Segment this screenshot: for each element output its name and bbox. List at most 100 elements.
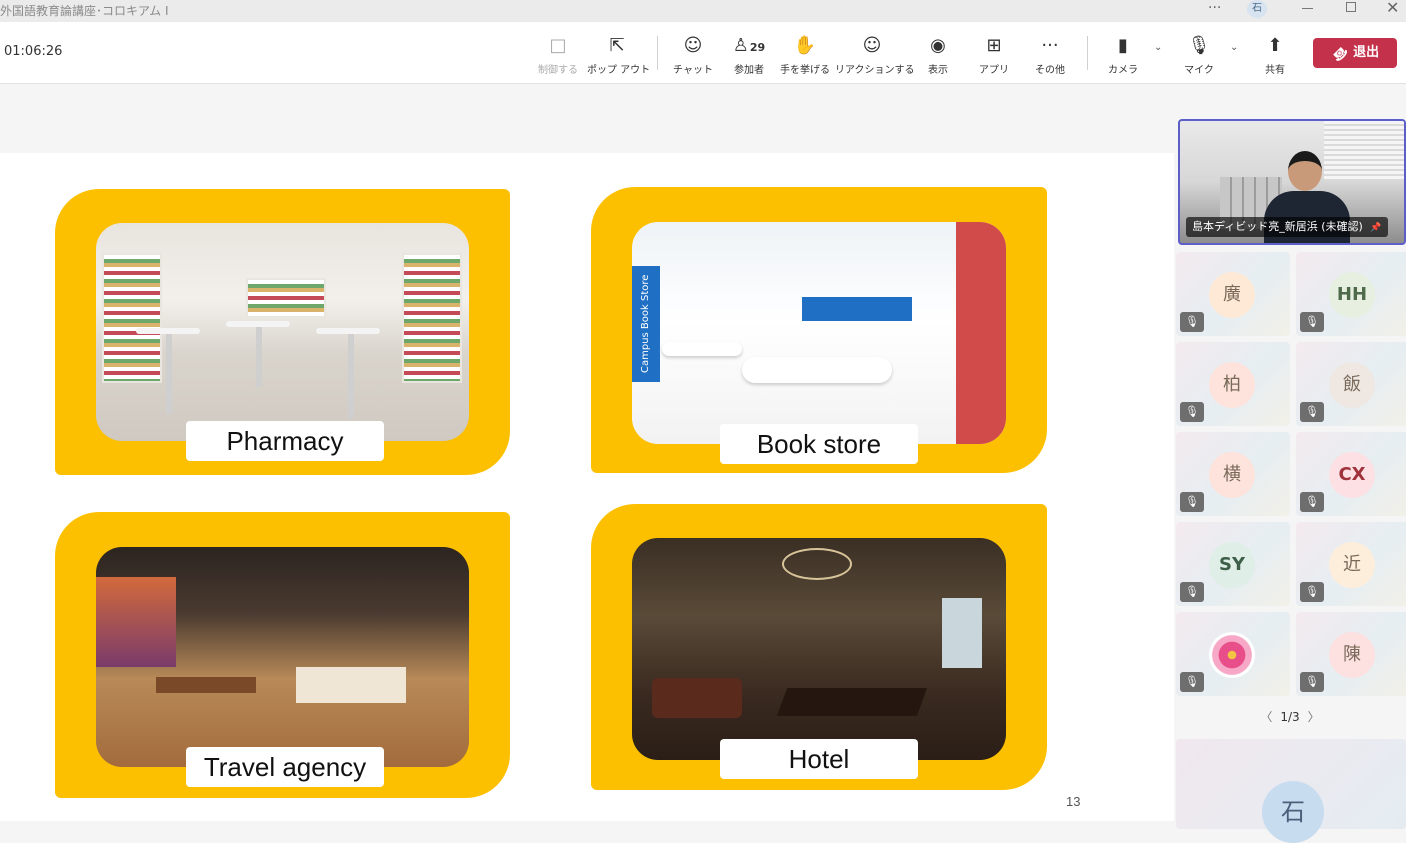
store-sign: Campus Book Store xyxy=(632,266,660,382)
participant-avatar: 柏 xyxy=(1209,362,1255,408)
participant-tile[interactable]: 横 🎙 xyxy=(1176,432,1290,516)
camera-button[interactable]: ▮ カメラ xyxy=(1093,34,1153,76)
table-leg xyxy=(166,334,172,414)
participant-tile[interactable]: SY 🎙 xyxy=(1176,522,1290,606)
mic-off-icon: 🎙 xyxy=(1300,492,1324,512)
mic-off-icon: 🎙 xyxy=(1180,582,1204,602)
mic-off-icon: 🎙 xyxy=(1187,35,1211,56)
close-icon[interactable]: ✕ xyxy=(1386,0,1399,17)
prev-page-icon[interactable]: 〈 xyxy=(1260,710,1272,724)
share-icon: ⬆ xyxy=(1267,35,1283,56)
popout-button[interactable]: ⇱ ポップ アウト xyxy=(587,34,651,76)
popout-label: ポップ アウト xyxy=(587,65,651,76)
participant-tile[interactable]: 🎙 xyxy=(1176,612,1290,696)
participant-tile[interactable]: 柏 🎙 xyxy=(1176,342,1290,426)
camera-options-chevron-icon[interactable]: ⌄ xyxy=(1154,42,1162,53)
react-label: リアクションする xyxy=(835,65,915,76)
view-label: 表示 xyxy=(928,65,948,76)
table-leg xyxy=(348,334,354,418)
mic-off-icon: 🎙 xyxy=(1300,312,1324,332)
slide-caption: Hotel xyxy=(720,739,918,779)
raise-hand-label: 手を挙げる xyxy=(780,65,830,76)
toolbar-divider xyxy=(1087,36,1088,70)
participant-avatar: 飯 xyxy=(1329,362,1375,408)
slide-caption: Pharmacy xyxy=(186,421,384,461)
apps-button[interactable]: ⊞ アプリ xyxy=(964,34,1024,76)
window-title: 外国語教育論講座･コロキアム I xyxy=(0,4,169,18)
participant-avatar: 横 xyxy=(1209,452,1255,498)
slide-caption: Travel agency xyxy=(186,747,384,787)
participant-avatar: HH xyxy=(1329,272,1375,318)
pin-icon[interactable]: 📌 xyxy=(1370,223,1381,233)
hotel-photo xyxy=(632,538,1006,760)
shelf-right xyxy=(402,253,462,383)
video-name-label: 島本ディビッド亮_新居浜 (未確認) 📌 xyxy=(1186,217,1388,237)
participant-tile[interactable]: 近 🎙 xyxy=(1296,522,1406,606)
white-counter xyxy=(742,357,892,383)
self-avatar: 石 xyxy=(1262,781,1324,843)
user-avatar[interactable]: 石 xyxy=(1247,0,1267,18)
presenter-head xyxy=(1288,151,1322,191)
popout-icon: ⇱ xyxy=(609,35,625,56)
red-wall xyxy=(956,222,1006,444)
meeting-timer: 01:06:26 xyxy=(4,44,63,59)
camera-off-icon: ▮ xyxy=(1118,35,1128,56)
share-label: 共有 xyxy=(1265,65,1285,76)
participants-gallery: 島本ディビッド亮_新居浜 (未確認) 📌 廣 🎙 HH 🎙 柏 🎙 飯 🎙 横 … xyxy=(1174,84,1406,843)
maximize-icon[interactable] xyxy=(1346,2,1356,12)
participant-tile[interactable]: CX 🎙 xyxy=(1296,432,1406,516)
title-bar: 外国語教育論講座･コロキアム I ··· 石 ✕ xyxy=(0,0,1406,22)
counter xyxy=(156,677,256,693)
sofa xyxy=(296,667,406,703)
participant-tile[interactable]: 飯 🎙 xyxy=(1296,342,1406,426)
mic-button[interactable]: 🎙 マイク xyxy=(1169,34,1229,76)
participants-button[interactable]: ♙29 参加者 xyxy=(719,34,779,76)
view-icon: ◉ xyxy=(930,35,946,56)
mic-off-icon: 🎙 xyxy=(1180,402,1204,422)
chat-label: チャット xyxy=(673,65,713,76)
phone-icon: ☎ xyxy=(1328,42,1351,65)
participant-avatar: 近 xyxy=(1329,542,1375,588)
more-options-icon[interactable]: ··· xyxy=(1208,0,1221,16)
more-button[interactable]: ··· その他 xyxy=(1020,34,1080,76)
leave-button[interactable]: ☎ 退出 xyxy=(1313,38,1397,68)
window xyxy=(942,598,982,668)
pinned-video-tile[interactable]: 島本ディビッド亮_新居浜 (未確認) 📌 xyxy=(1178,119,1406,245)
apps-icon: ⊞ xyxy=(986,35,1002,56)
take-control-button[interactable]: □ 制御する xyxy=(528,34,588,76)
participant-tile[interactable]: HH 🎙 xyxy=(1296,252,1406,336)
react-button[interactable]: ☺ リアクションする xyxy=(835,34,915,76)
participant-tile[interactable]: 廣 🎙 xyxy=(1176,252,1290,336)
next-page-icon[interactable]: 〉 xyxy=(1308,710,1320,724)
self-view-tile[interactable]: 石 xyxy=(1176,739,1406,843)
participants-label: 参加者 xyxy=(734,65,764,76)
mic-off-icon: 🎙 xyxy=(1180,672,1204,692)
view-button[interactable]: ◉ 表示 xyxy=(908,34,968,76)
minimize-icon[interactable] xyxy=(1302,8,1313,9)
flower-avatar xyxy=(1209,632,1255,678)
apps-label: アプリ xyxy=(979,65,1009,76)
share-button[interactable]: ⬆ 共有 xyxy=(1245,34,1305,76)
slide-card-pharmacy: Pharmacy xyxy=(55,189,510,475)
slide-card-hotel: Hotel xyxy=(591,504,1047,790)
slide-page-number: 13 xyxy=(1066,794,1081,809)
take-control-icon: □ xyxy=(549,35,567,56)
chat-button[interactable]: ☺ チャット xyxy=(663,34,723,76)
presentation-slide: Pharmacy Campus Book Store Book store Tr… xyxy=(0,153,1174,821)
take-control-label: 制御する xyxy=(538,65,578,76)
mic-off-icon: 🎙 xyxy=(1300,672,1324,692)
meeting-toolbar: 01:06:26 □ 制御する ⇱ ポップ アウト ☺ チャット ♙29 参加者… xyxy=(0,22,1406,84)
participant-tile[interactable]: 陳 🎙 xyxy=(1296,612,1406,696)
participant-count: 29 xyxy=(749,41,766,54)
travel-agency-photo xyxy=(96,547,469,767)
bookstore-photo: Campus Book Store xyxy=(632,222,1006,444)
window-blinds xyxy=(1324,121,1404,181)
mic-off-icon: 🎙 xyxy=(1180,492,1204,512)
camera-label: カメラ xyxy=(1108,65,1138,76)
raise-hand-button[interactable]: ✋ 手を挙げる xyxy=(775,34,835,76)
white-table xyxy=(662,342,742,356)
leave-label: 退出 xyxy=(1353,45,1380,60)
mic-options-chevron-icon[interactable]: ⌄ xyxy=(1230,42,1238,53)
blue-banner xyxy=(802,297,912,321)
mic-off-icon: 🎙 xyxy=(1300,582,1324,602)
